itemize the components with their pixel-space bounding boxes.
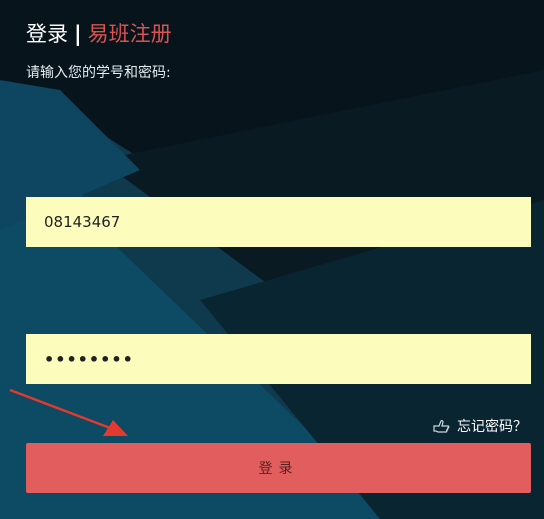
forgot-password-link[interactable]: 忘记密码？ (433, 416, 527, 438)
login-page: 登录 | 易班注册 请输入您的学号和密码: 08143467 •••••••• 忘记… (0, 0, 544, 519)
student-id-input[interactable]: 08143467 (26, 197, 531, 247)
auth-tabs: 登录 | 易班注册 (26, 18, 172, 50)
forgot-password-label: 忘记密码？ (457, 419, 527, 435)
tab-register[interactable]: 易班注册 (88, 22, 172, 46)
password-input[interactable]: •••••••• (26, 334, 531, 384)
tab-login[interactable]: 登录 (26, 22, 68, 46)
pointing-hand-icon (433, 419, 450, 433)
login-hint: 请输入您的学号和密码: (26, 65, 171, 81)
login-button[interactable]: 登录 (26, 443, 531, 493)
tab-separator: | (74, 22, 82, 46)
